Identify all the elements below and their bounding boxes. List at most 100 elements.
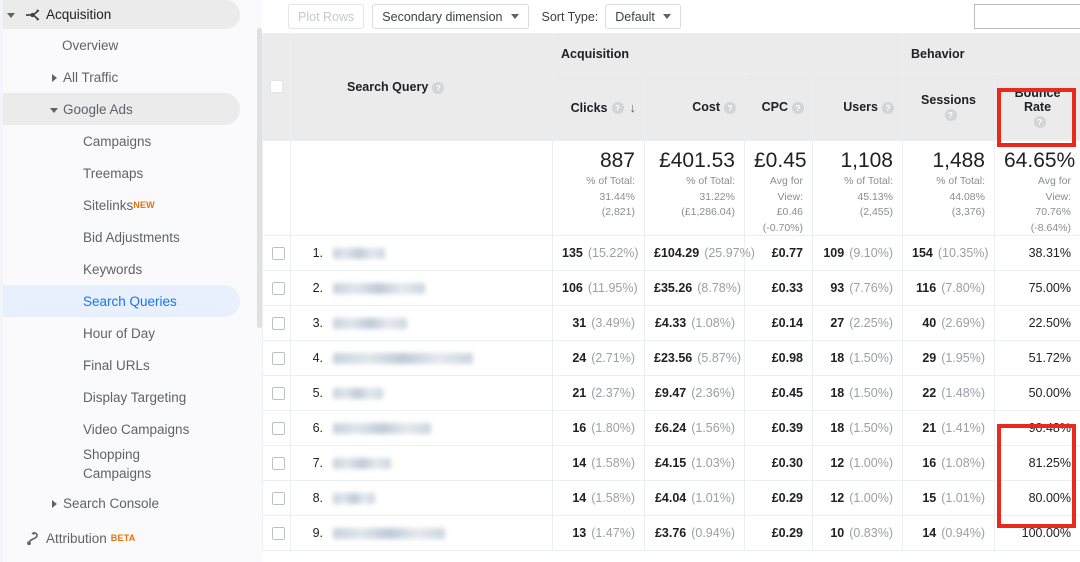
help-icon[interactable]: ? — [724, 101, 736, 114]
chevron-right-icon[interactable] — [49, 498, 60, 509]
sidebar-item-label: Video Campaigns — [83, 421, 190, 437]
row-select-cell[interactable] — [262, 235, 291, 271]
row-query-text-redacted — [333, 458, 391, 470]
column-header-search-query[interactable]: Search Query? — [290, 33, 553, 141]
row-checkbox[interactable] — [272, 352, 285, 366]
row-select-cell[interactable] — [262, 480, 291, 516]
sidebar-item-video-campaigns[interactable]: Video Campaigns — [0, 413, 262, 445]
row-checkbox[interactable] — [272, 387, 285, 401]
row-select-cell[interactable] — [262, 515, 291, 551]
select-all-header-cell[interactable] — [262, 33, 291, 141]
cell-percent: (1.00%) — [849, 491, 893, 505]
row-select-cell[interactable] — [262, 305, 291, 341]
cell-percent: (11.95%) — [587, 281, 638, 295]
secondary-dimension-dropdown[interactable]: Secondary dimension — [372, 4, 529, 29]
row-select-cell[interactable] — [262, 270, 291, 306]
table-row[interactable]: 9. 13 (1.47%) £3.76 (0.94%) £0.29 10 (0.83%) 14 (… — [262, 515, 1080, 551]
plot-rows-label: Plot Rows — [298, 9, 355, 24]
table-row[interactable]: 5. 21 (2.37%) £9.47 (2.36%) £0.45 18 (1.50%) 22 (… — [262, 375, 1080, 411]
table-row[interactable]: 3. 31 (3.49%) £4.33 (1.08%) £0.14 27 (2.25%) 40 (… — [262, 305, 1080, 341]
select-all-checkbox[interactable] — [270, 80, 283, 94]
row-checkbox[interactable] — [272, 282, 285, 296]
row-checkbox[interactable] — [272, 527, 285, 541]
cell-bounce-rate: 81.25% — [994, 445, 1080, 481]
row-checkbox[interactable] — [272, 247, 285, 261]
cell-value: 40 — [922, 316, 937, 330]
summary-cell-cpc: £0.45 Avg for View: £0.46 (-0.70%) — [744, 140, 813, 236]
cell-value: 75.00% — [1028, 281, 1071, 295]
row-checkbox[interactable] — [272, 492, 285, 506]
row-query-cell[interactable]: 7. — [290, 445, 553, 481]
row-query-cell[interactable]: 6. — [290, 410, 553, 446]
sidebar-item-final-urls[interactable]: Final URLs — [0, 349, 262, 381]
row-select-cell[interactable] — [262, 375, 291, 411]
help-icon[interactable]: ? — [1033, 115, 1046, 128]
cell-value: £6.24 — [654, 421, 687, 435]
row-select-cell[interactable] — [262, 410, 291, 446]
table-search-input[interactable] — [974, 4, 1080, 29]
table-row[interactable]: 6. 16 (1.80%) £6.24 (1.56%) £0.39 18 (1.50%) 21 (… — [262, 410, 1080, 446]
help-icon[interactable]: ? — [432, 81, 445, 94]
chevron-right-icon[interactable] — [49, 72, 60, 83]
sidebar-item-display-targeting[interactable]: Display Targeting — [0, 381, 262, 413]
column-header-bounce-rate[interactable]: Bounce Rate? — [994, 73, 1080, 141]
sidebar-item-hour-of-day[interactable]: Hour of Day — [0, 317, 262, 349]
sidebar-item-treemaps[interactable]: Treemaps — [0, 157, 262, 189]
row-query-cell[interactable]: 3. — [290, 305, 553, 341]
sidebar-item-keywords[interactable]: Keywords — [0, 253, 262, 285]
sidebar-item-attribution[interactable]: Attribution BETA — [0, 522, 262, 554]
table-row[interactable]: 7. 14 (1.58%) £4.15 (1.03%) £0.30 12 (1.00%) 16 (… — [262, 445, 1080, 481]
row-query-cell[interactable]: 2. — [290, 270, 553, 306]
help-icon[interactable]: ? — [792, 101, 804, 114]
row-select-cell[interactable] — [262, 445, 291, 481]
row-query-cell[interactable]: 8. — [290, 480, 553, 516]
column-header-cpc[interactable]: CPC? — [744, 73, 813, 141]
help-icon[interactable]: ? — [944, 108, 957, 121]
row-select-cell[interactable] — [262, 340, 291, 376]
table-row[interactable]: 2. 106 (11.95%) £35.26 (8.78%) £0.33 93 (7.76%)… — [262, 270, 1080, 306]
cell-value: 13 — [572, 526, 587, 540]
row-query-cell[interactable]: 5. — [290, 375, 553, 411]
sidebar-item-label: Overview — [62, 37, 119, 53]
help-icon[interactable]: ? — [882, 101, 894, 114]
cell-bounce-rate: 22.50% — [994, 305, 1080, 341]
sidebar-item-campaigns[interactable]: Campaigns — [0, 125, 262, 157]
sidebar-item-search-queries[interactable]: Search Queries — [0, 285, 240, 317]
summary-sub-4: (-0.70%) — [762, 221, 803, 234]
sort-desc-arrow-icon[interactable]: ↓ — [630, 100, 637, 115]
sidebar-item-shopping-campaigns[interactable]: Shopping Campaigns — [0, 445, 262, 487]
sidebar-item-sitelinks[interactable]: Sitelinks NEW — [0, 189, 262, 221]
table-row[interactable]: 8. 14 (1.58%) £4.04 (1.01%) £0.29 12 (1.00%) 15 (… — [262, 480, 1080, 516]
column-header-sessions[interactable]: Sessions? — [902, 73, 995, 141]
sidebar-item-label: Treemaps — [83, 165, 144, 181]
cell-percent: (1.03%) — [691, 456, 735, 470]
column-header-cost[interactable]: Cost? — [644, 73, 745, 141]
cell-percent: (1.95%) — [941, 351, 985, 365]
sidebar-item-bid-adjustments[interactable]: Bid Adjustments — [0, 221, 262, 253]
column-header-clicks[interactable]: Clicks? ↓ — [552, 73, 645, 141]
row-checkbox[interactable] — [272, 422, 285, 436]
cell-value: 18 — [830, 386, 845, 400]
table-row[interactable]: 4. 24 (2.71%) £23.56 (5.87%) £0.98 18 (1.50%) 29… — [262, 340, 1080, 376]
row-checkbox[interactable] — [272, 457, 285, 471]
row-checkbox[interactable] — [272, 317, 285, 331]
sidebar-item-overview[interactable]: Overview — [0, 29, 262, 61]
chevron-down-icon[interactable] — [49, 104, 60, 115]
row-query-cell[interactable]: 9. — [290, 515, 553, 551]
chevron-down-icon[interactable] — [6, 9, 17, 20]
sort-type-dropdown[interactable]: Default — [605, 4, 681, 29]
sidebar-item-google-ads[interactable]: Google Ads — [0, 93, 240, 125]
column-header-users[interactable]: Users? — [812, 73, 903, 141]
sidebar-item-acquisition[interactable]: Acquisition — [0, 0, 240, 29]
row-query-cell[interactable]: 1. — [290, 235, 553, 271]
help-icon[interactable]: ? — [611, 102, 624, 115]
plot-rows-button[interactable]: Plot Rows — [288, 4, 365, 29]
row-index: 5. — [312, 386, 323, 400]
sidebar-item-search-console[interactable]: Search Console — [0, 487, 262, 519]
cell-percent: (1.50%) — [849, 421, 893, 435]
table-row[interactable]: 1. 135 (15.22%) £104.29 (25.97%) £0.77 109 (9.1… — [262, 235, 1080, 271]
sidebar-item-discover-partial[interactable] — [0, 557, 262, 562]
sidebar-item-all-traffic[interactable]: All Traffic — [0, 61, 262, 93]
cell-sessions: 116 (7.80%) — [902, 270, 995, 306]
row-query-cell[interactable]: 4. — [290, 340, 553, 376]
